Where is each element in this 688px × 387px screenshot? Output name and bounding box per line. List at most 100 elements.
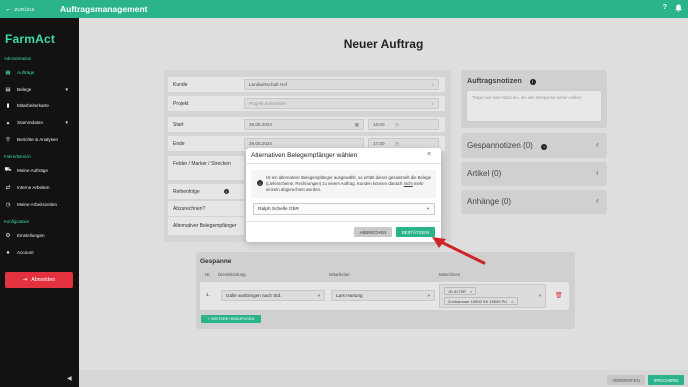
section-config: Konfiguration	[4, 219, 30, 224]
logo: FarmAct	[5, 32, 56, 46]
chevron-down-icon: ▾	[65, 119, 68, 126]
kunde-value: Landwirtschaft Hof	[249, 82, 288, 87]
back-label: ZURÜCK	[14, 6, 35, 12]
chevron-down-icon: ▾	[65, 86, 68, 93]
arrow-left-icon: ←	[5, 5, 13, 13]
sidebar-item-label: Account	[17, 250, 34, 255]
back-button[interactable]: ← ZURÜCK	[0, 6, 60, 13]
start-time-field[interactable]: 16:00 ◷	[368, 119, 439, 130]
notes-title: Auftragsnotizen i	[467, 76, 536, 85]
logout-label: Abmelden	[31, 277, 56, 283]
close-icon[interactable]: ×	[511, 299, 513, 304]
trash-icon[interactable]: 🗑	[555, 292, 563, 299]
col-header-nr: Nr.	[205, 272, 211, 277]
info-icon: i	[223, 189, 229, 194]
logout-button[interactable]: ⇥ Abmelden	[5, 272, 73, 288]
section-admin: Administration	[4, 56, 32, 61]
chevron-down-icon: ▾	[538, 293, 541, 298]
sidebar-item-label: Berichte & Analysen	[17, 137, 59, 142]
mitarbeiter-select[interactable]: Lars Hartung ▾	[331, 290, 435, 301]
col-header-maschinen: Maschinen	[439, 272, 461, 277]
sidebar-item-label: Meine Aufträge	[17, 168, 48, 173]
machine-chip[interactable]: Zunhammer 15500 SK 15500 PU ×	[444, 297, 518, 305]
database-icon: ▴	[6, 119, 10, 126]
clock-icon: ◷	[395, 121, 399, 127]
close-icon[interactable]: ×	[470, 289, 472, 294]
ende-time-value: 17:00	[373, 141, 385, 146]
info-text-emphasis: nicht	[403, 180, 413, 186]
gear-icon: ⚙	[5, 232, 11, 239]
sidebar-item-einstellungen[interactable]: ⚙ Einstellungen	[4, 229, 76, 242]
sidebar-item-label: Einstellungen	[17, 233, 45, 238]
reihenfolge-row: Reihenfolge i	[168, 184, 244, 199]
sidebar-item-label: Belege	[17, 87, 32, 92]
save-button[interactable]: SPEICHERN	[648, 375, 684, 385]
kunde-select[interactable]: Landwirtschaft Hof ↕	[244, 79, 439, 90]
dienstleistung-value: Gülle ausbringen nach Std.	[226, 293, 282, 298]
user-icon: ●	[6, 249, 10, 256]
machine-chip-label: Zunhammer 15500 SK 15500 PU	[448, 298, 508, 304]
chevron-down-icon: ▾	[317, 292, 320, 298]
machine-chip[interactable]: JD 6175R ×	[444, 287, 477, 295]
sidebar-item-auftraege[interactable]: ▦ Aufträge	[4, 66, 76, 79]
chevron-left-icon[interactable]: ‹	[596, 168, 599, 177]
sidebar-item-berichte[interactable]: ⚲ Berichte & Analysen	[4, 133, 76, 146]
discard-button[interactable]: VERWERFEN	[607, 375, 645, 385]
help-icon[interactable]: ?	[663, 4, 667, 14]
start-time-value: 16:00	[373, 122, 385, 127]
clock-icon: ◷	[395, 140, 399, 146]
info-text: Ist ein alternativer Belegempfänger ausg…	[266, 175, 432, 192]
sidebar-item-account[interactable]: ● Account	[4, 246, 76, 259]
chart-icon: ▮	[6, 102, 10, 109]
projekt-select[interactable]: Projekt auswählen ↕	[244, 98, 439, 109]
bottom-bar	[79, 370, 688, 387]
col-header-dienstleistung: Dienstleistung	[218, 272, 246, 277]
chevron-updown-icon: ↕	[431, 101, 434, 106]
bell-icon[interactable]	[675, 4, 682, 14]
divider	[246, 221, 441, 222]
artikel-title: Artikel (0)	[467, 169, 502, 178]
chevron-left-icon[interactable]: ‹	[596, 196, 599, 205]
start-date-field[interactable]: 29.05.2024 ▦	[244, 119, 364, 130]
notes-textarea[interactable]: Trage hier eine Notiz ein, die alle Gesp…	[466, 90, 602, 122]
swap-icon: ⇄	[5, 184, 11, 191]
gespann-notes-text: Gespannotizen (0)	[467, 141, 533, 150]
cancel-button[interactable]: ABBRECHEN	[354, 227, 392, 237]
recipient-value: Ralph Schelle GbR	[258, 206, 299, 212]
row-number: 1.	[206, 293, 211, 298]
chevron-updown-icon: ↕	[431, 82, 434, 87]
alt-empfaenger-row: Alternativer Belegempfänger	[168, 217, 244, 235]
chevron-left-icon[interactable]: ‹	[596, 140, 599, 149]
sidebar-item-arbeitszeiten[interactable]: ◷ Meine Arbeitszeiten	[4, 198, 76, 211]
kunde-label: Kunde	[173, 81, 188, 88]
collapse-sidebar-icon[interactable]: ◀	[67, 375, 72, 382]
chevron-down-icon: ▾	[426, 206, 429, 211]
add-gespann-button[interactable]: + WEITERE HINZUFÜGEN	[201, 315, 261, 323]
sidebar-item-label: Aufträge	[17, 70, 35, 75]
ende-label: Ende	[173, 140, 185, 147]
close-icon[interactable]: ×	[427, 151, 431, 158]
anhaenge-title: Anhänge (0)	[467, 197, 512, 206]
sidebar-item-interne-arbeiten[interactable]: ⇄ Interne Arbeiten	[4, 181, 76, 194]
chevron-down-icon: ▾	[427, 292, 430, 298]
col-header-mitarbeiter: Mitarbeiter	[329, 272, 350, 277]
annotation-arrow	[432, 237, 486, 265]
search-chart-icon: ⚲	[5, 136, 11, 143]
sidebar-item-mitarbeiterkarte[interactable]: ▮ Mitarbeiterkarte	[4, 99, 76, 112]
felder-row: Felder / Marker / Strecken	[168, 156, 244, 180]
notes-title-text: Auftragsnotizen	[467, 76, 522, 85]
divider	[246, 163, 441, 164]
ende-date-value: 29.05.2024	[249, 141, 272, 146]
app-title: Auftragsmanagement	[60, 4, 148, 14]
abzurechnen-row: Abzurechnen?	[168, 201, 244, 216]
sidebar-item-stammdaten[interactable]: ▴ Stammdaten ▾	[4, 116, 76, 129]
info-icon: i	[541, 143, 548, 150]
dienstleistung-select[interactable]: Gülle ausbringen nach Std. ▾	[221, 290, 325, 301]
alt-empfaenger-label: Alternativer Belegempfänger	[173, 223, 237, 229]
sidebar-item-meine-auftraege[interactable]: ⛟ Meine Aufträge	[4, 164, 76, 177]
info-icon: i	[257, 180, 263, 186]
start-date-value: 29.05.2024	[249, 122, 272, 127]
recipient-select[interactable]: Ralph Schelle GbR ▾	[253, 203, 435, 215]
sidebar-item-belege[interactable]: ▤ Belege ▾	[4, 83, 76, 96]
sidebar: FarmAct Administration ▦ Aufträge ▤ Bele…	[0, 18, 79, 387]
